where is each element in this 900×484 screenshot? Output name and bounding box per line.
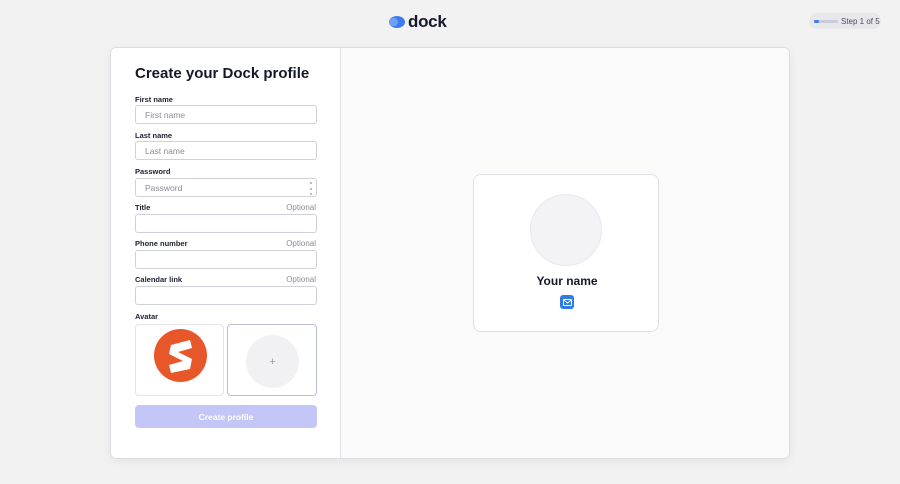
phone-input[interactable] <box>135 250 317 269</box>
phone-label: Phone number <box>135 239 188 248</box>
dock-logo-icon <box>388 16 405 28</box>
title-label: Title <box>135 203 151 212</box>
avatar-option-logo[interactable] <box>135 324 224 396</box>
avatar-option-upload[interactable]: + <box>227 324 317 396</box>
dock-logo: dock <box>388 12 447 31</box>
title-input[interactable] <box>135 214 317 233</box>
password-label: Password <box>135 167 171 176</box>
preview-avatar <box>530 194 602 266</box>
calendar-label: Calendar link <box>135 275 183 284</box>
top-bar: dock Step 1 of 5 <box>0 0 900 44</box>
step-progress-fill <box>814 19 819 23</box>
company-logo-icon <box>154 329 207 382</box>
add-avatar-icon: + <box>246 335 299 388</box>
profile-preview-panel: Your name <box>341 48 789 458</box>
phone-optional-hint: Optional <box>286 239 316 248</box>
last-name-input[interactable] <box>135 141 317 160</box>
first-name-input[interactable] <box>135 105 317 124</box>
profile-card: Create your Dock profile First name Last… <box>110 47 790 459</box>
title-optional-hint: Optional <box>286 203 316 212</box>
password-input[interactable] <box>135 178 317 197</box>
first-name-label: First name <box>135 95 173 104</box>
brand-name: dock <box>408 12 447 31</box>
avatar-label: Avatar <box>135 312 159 321</box>
calendar-link-input[interactable] <box>135 286 317 305</box>
profile-form: Create your Dock profile First name Last… <box>111 48 341 458</box>
step-progress-track <box>814 19 838 23</box>
step-indicator: Step 1 of 5 <box>809 13 881 29</box>
calendar-optional-hint: Optional <box>286 275 316 284</box>
last-name-label: Last name <box>135 131 173 140</box>
mail-icon[interactable] <box>560 295 574 309</box>
page-title: Create your Dock profile <box>135 65 310 82</box>
password-manager-icon[interactable] <box>309 182 312 195</box>
preview-name: Your name <box>536 274 598 288</box>
create-profile-button[interactable]: Create profile <box>135 405 317 428</box>
step-label: Step 1 of 5 <box>841 16 880 26</box>
profile-preview-card: Your name <box>473 174 659 332</box>
